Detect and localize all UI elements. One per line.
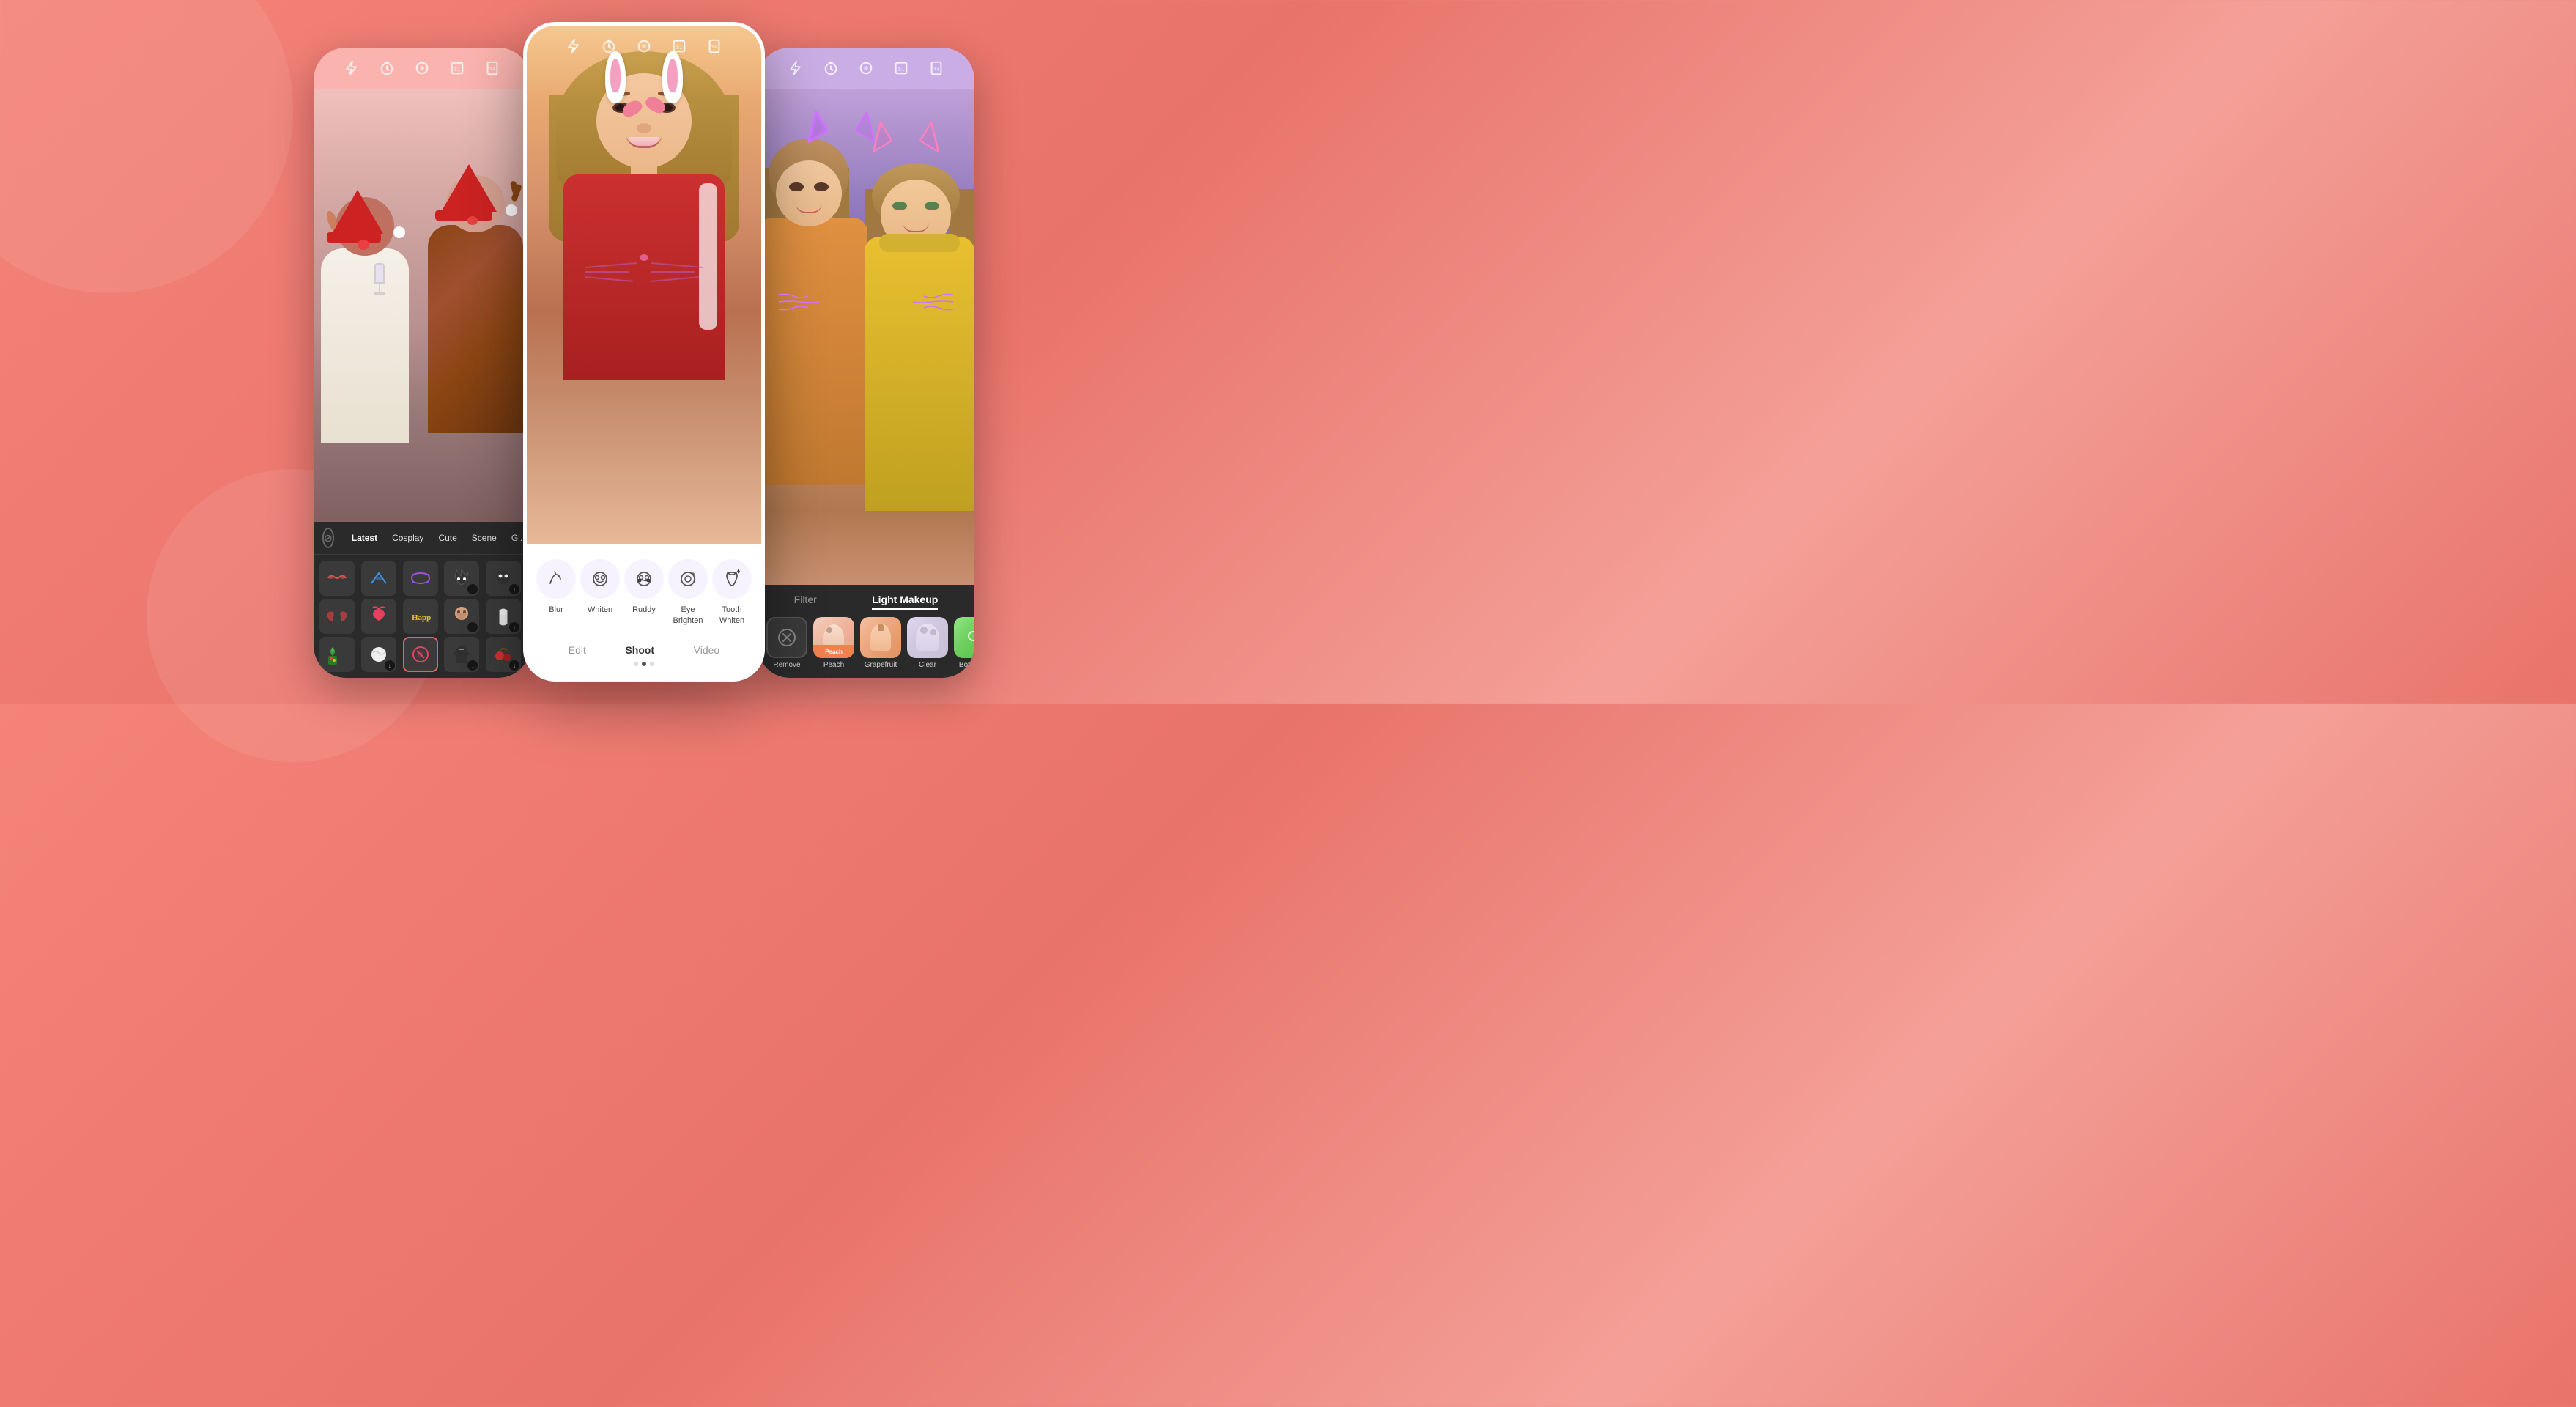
filter-items-row: Remove Peach Peach	[766, 617, 966, 669]
beauty-panel: Blur Whiten	[527, 544, 761, 678]
peach-badge: Peach	[825, 649, 843, 655]
svg-text:3:4: 3:4	[711, 45, 718, 50]
bottom-nav-tabs: Edit Shoot Video	[534, 638, 754, 662]
ruddy-label: Ruddy	[632, 605, 656, 615]
dot-1	[634, 662, 638, 666]
sticker-item[interactable]: Happy	[403, 599, 438, 634]
whiten-icon	[580, 559, 620, 599]
dot-3	[650, 662, 654, 666]
beauty-tools-row: Blur Whiten	[534, 559, 754, 626]
ratio-3-4-icon[interactable]: 3:4	[482, 58, 503, 78]
tab-latest[interactable]: Latest	[346, 530, 383, 546]
sticker-item[interactable]	[361, 599, 396, 634]
sticker-item[interactable]	[361, 561, 396, 596]
timer-icon[interactable]	[821, 58, 841, 78]
svg-text:3:4: 3:4	[933, 67, 940, 72]
sticker-item[interactable]: ↓	[444, 637, 479, 672]
filter-grapefruit[interactable]: Grapefruit	[860, 617, 901, 669]
blur-tool[interactable]: Blur	[536, 559, 576, 615]
svg-text:3:4: 3:4	[489, 67, 496, 72]
sticker-item-selected[interactable]	[403, 637, 438, 672]
filter-grapefruit-thumb	[860, 617, 901, 658]
right-topbar: 1:1 3:4	[758, 48, 974, 89]
left-topbar: 1:1 3:4	[314, 48, 530, 89]
sticker-item[interactable]	[319, 637, 355, 672]
ratio-1-1-icon[interactable]: 1:1	[447, 58, 467, 78]
no-filter-icon[interactable]: ⊘	[322, 528, 334, 548]
filter-boyfriend-label: Boyfriend	[959, 661, 974, 669]
blur-icon	[536, 559, 576, 599]
tooth-whiten-tool[interactable]: Tooth Whiten	[712, 559, 752, 626]
filter-grapefruit-label: Grapefruit	[865, 661, 897, 669]
svg-text:1:1: 1:1	[454, 67, 460, 73]
page-dots	[534, 662, 754, 671]
tab-scene[interactable]: Scene	[466, 530, 503, 546]
sticker-item[interactable]: ↓	[486, 599, 521, 634]
flash-icon[interactable]	[563, 36, 584, 56]
svg-text:Happy: Happy	[412, 613, 431, 622]
ruddy-tool[interactable]: Ruddy	[624, 559, 664, 615]
tab-edit[interactable]: Edit	[569, 644, 586, 656]
filter-boyfriend-thumb	[954, 617, 974, 658]
svg-text:1:1: 1:1	[897, 67, 904, 73]
phone-right: 1:1 3:4	[758, 48, 974, 678]
filter-peach-thumb: Peach	[813, 617, 854, 658]
timer-icon[interactable]	[377, 58, 397, 78]
sticker-grid: ↓ ↓	[314, 555, 530, 678]
ratio-3-4-icon[interactable]: 3:4	[704, 36, 725, 56]
filter-clear-label: Clear	[919, 661, 936, 669]
filter-panel: Filter Light Makeup Remove	[758, 585, 974, 678]
filter-header: Filter Light Makeup	[766, 594, 966, 610]
light-makeup-tab[interactable]: Light Makeup	[872, 594, 938, 610]
tab-cute[interactable]: Cute	[432, 530, 462, 546]
ratio-1-1-icon[interactable]: 1:1	[891, 58, 911, 78]
filter-remove[interactable]: Remove	[766, 617, 807, 669]
svg-text:1:1: 1:1	[676, 45, 682, 51]
filter-tab[interactable]: Filter	[794, 594, 817, 610]
filter-clear[interactable]: Clear	[907, 617, 948, 669]
tab-cosplay[interactable]: Cosplay	[386, 530, 429, 546]
filter-peach-label: Peach	[823, 661, 844, 669]
filter-boyfriend[interactable]: Boyfriend	[954, 617, 974, 669]
eye-brighten-label: Eye Brighten	[673, 605, 703, 626]
sticker-item[interactable]	[319, 599, 355, 634]
tooth-whiten-label: Tooth Whiten	[719, 605, 744, 626]
flip-icon[interactable]	[412, 58, 432, 78]
flash-icon[interactable]	[785, 58, 806, 78]
sticker-panel: ⊘ Latest Cosplay Cute Scene Gl...	[314, 522, 530, 678]
tooth-whiten-icon	[712, 559, 752, 599]
eye-brighten-icon	[668, 559, 708, 599]
center-photo	[527, 26, 761, 544]
right-photo-area	[758, 89, 974, 585]
sticker-item[interactable]: ↓	[486, 637, 521, 672]
phones-container: 1:1 3:4	[314, 22, 974, 682]
phone-center: 1:1 3:4	[523, 22, 765, 682]
left-photo-area	[314, 89, 530, 522]
sticker-item[interactable]	[319, 561, 355, 596]
flash-icon[interactable]	[341, 58, 362, 78]
sticker-item[interactable]: ↓	[444, 561, 479, 596]
ratio-3-4-icon[interactable]: 3:4	[926, 58, 947, 78]
eye-brighten-tool[interactable]: Eye Brighten	[668, 559, 708, 626]
tab-shoot[interactable]: Shoot	[625, 644, 654, 656]
sticker-item[interactable]	[403, 561, 438, 596]
filter-remove-label: Remove	[773, 661, 800, 669]
filter-clear-thumb	[907, 617, 948, 658]
whiten-label: Whiten	[588, 605, 612, 615]
phone-left: 1:1 3:4	[314, 48, 530, 678]
whiten-tool[interactable]: Whiten	[580, 559, 620, 615]
flip-icon[interactable]	[856, 58, 876, 78]
sticker-item[interactable]: ↓	[361, 637, 396, 672]
filter-remove-thumb	[766, 617, 807, 658]
ruddy-icon	[624, 559, 664, 599]
tab-video[interactable]: Video	[694, 644, 720, 656]
sticker-item[interactable]: ↓	[444, 599, 479, 634]
sticker-tabs: ⊘ Latest Cosplay Cute Scene Gl...	[314, 522, 530, 555]
blur-label: Blur	[549, 605, 563, 615]
filter-peach[interactable]: Peach Peach	[813, 617, 854, 669]
sticker-item[interactable]: ↓	[486, 561, 521, 596]
dot-2	[642, 662, 646, 666]
